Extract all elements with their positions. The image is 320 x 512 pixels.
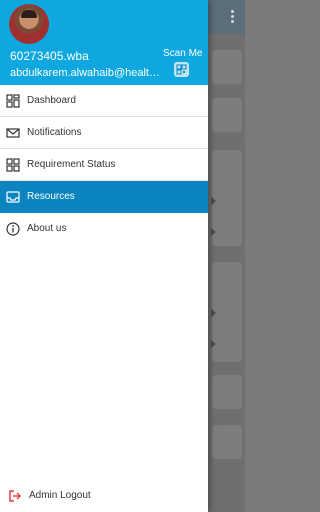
menu-item-label: About us	[27, 223, 67, 234]
chevron-right-icon	[211, 309, 216, 317]
mail-icon	[6, 128, 20, 138]
menu-item-dashboard[interactable]: Dashboard	[0, 85, 208, 117]
avatar[interactable]	[9, 4, 49, 44]
menu-item-about-us[interactable]: About us	[0, 213, 208, 245]
user-email: abdulkarem.alwahaib@health.n...	[10, 67, 165, 79]
user-id: 60273405.wba	[10, 49, 89, 63]
chevron-right-icon	[211, 197, 216, 205]
navigation-drawer: 60273405.wba abdulkarem.alwahaib@health.…	[0, 0, 208, 512]
menu-item-label: Requirement Status	[27, 159, 116, 170]
background-card	[212, 375, 242, 409]
menu-item-requirement-status[interactable]: Requirement Status	[0, 149, 208, 181]
qr-code-icon	[176, 64, 187, 75]
chevron-right-icon	[211, 340, 216, 348]
background-card	[212, 98, 242, 132]
menu-item-label: Resources	[27, 191, 75, 202]
drawer-header: 60273405.wba abdulkarem.alwahaib@health.…	[0, 0, 208, 85]
menu-item-notifications[interactable]: Notifications	[0, 117, 208, 149]
admin-logout-button[interactable]: Admin Logout	[0, 484, 208, 508]
menu-item-label: Notifications	[27, 127, 82, 138]
admin-logout-label: Admin Logout	[29, 490, 91, 501]
info-icon	[6, 222, 20, 236]
background-app-bar	[208, 0, 245, 34]
more-options-icon[interactable]	[231, 10, 235, 24]
background-card	[212, 150, 242, 246]
drawer-menu: Dashboard Notifications Requirement Stat…	[0, 85, 208, 245]
scan-me-label: Scan Me	[163, 48, 203, 59]
background-card	[212, 425, 242, 459]
logout-icon	[9, 490, 21, 502]
background-card	[212, 262, 242, 362]
dashboard-icon	[6, 94, 20, 108]
inbox-icon	[6, 191, 20, 203]
chevron-right-icon	[211, 228, 216, 236]
menu-item-resources[interactable]: Resources	[0, 181, 208, 213]
scan-me-button[interactable]	[174, 62, 189, 77]
background-card	[212, 50, 242, 84]
menu-item-label: Dashboard	[27, 95, 76, 106]
grid-icon	[6, 158, 20, 172]
